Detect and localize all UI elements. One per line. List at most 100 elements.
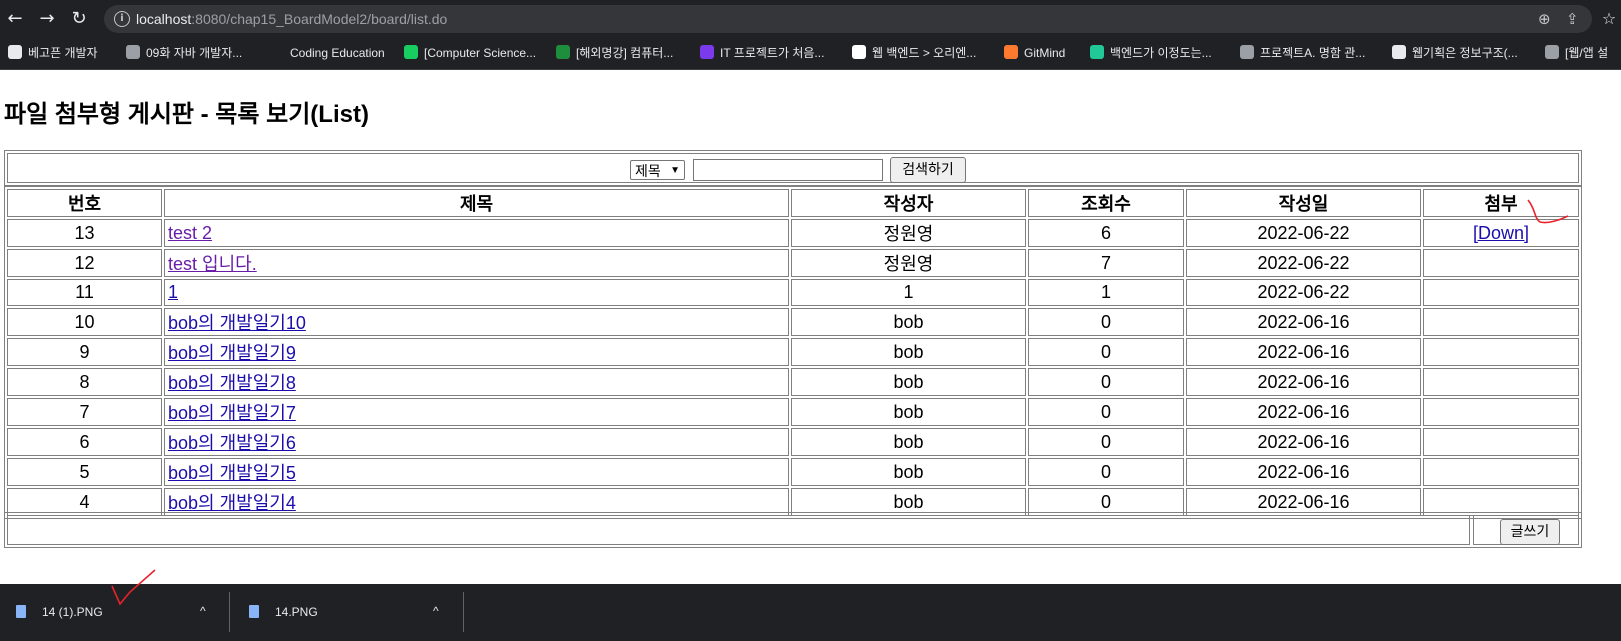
post-attachment [1423,428,1579,456]
post-author: 정원영 [791,249,1026,277]
post-title-link[interactable]: bob의 개발일기8 [168,373,296,393]
post-views: 7 [1028,249,1184,277]
post-number: 6 [7,428,162,456]
post-number: 13 [7,219,162,247]
bookmark-favicon-icon [270,45,284,59]
page-title: 파일 첨부형 게시판 - 목록 보기(List) [4,101,369,128]
post-title-link[interactable]: bob의 개발일기7 [168,403,296,423]
header-author: 작성자 [791,189,1026,217]
search-form: 제목 ▼ 검색하기 [4,150,1582,186]
download-link[interactable]: [Down] [1473,223,1529,243]
post-number: 8 [7,368,162,396]
post-title-link[interactable]: bob의 개발일기5 [168,463,296,483]
bookmark-label: 프로젝트A. 명함 관... [1260,46,1366,60]
footer-empty-cell [7,515,1470,545]
post-views: 0 [1028,398,1184,426]
chevron-down-icon: ▼ [670,165,680,176]
post-author: 정원영 [791,219,1026,247]
bookmark-item[interactable]: 웹기획은 정보구조(... [1392,44,1518,62]
post-title-link[interactable]: bob의 개발일기4 [168,493,296,513]
table-row: 5 bob의 개발일기5 bob 0 2022-06-16 [7,458,1579,486]
post-number: 11 [7,279,162,306]
board-list-table: 번호 제목 작성자 조회수 작성일 첨부 13 test 2 정원영 6 202… [4,186,1582,519]
address-bar[interactable]: i localhost:8080/chap15_BoardModel2/boar… [104,5,1592,33]
header-attachment: 첨부 [1423,189,1579,217]
post-title-link[interactable]: bob의 개발일기6 [168,433,296,453]
post-views: 6 [1028,219,1184,247]
bookmark-item[interactable]: [Computer Science... [404,44,536,62]
post-author: bob [791,428,1026,456]
post-views: 0 [1028,308,1184,336]
post-attachment [1423,308,1579,336]
post-title-link[interactable]: 1 [168,282,178,302]
bookmark-label: 베고픈 개발자 [28,46,98,60]
bookmark-favicon-icon [8,45,22,59]
post-title-link[interactable]: bob의 개발일기9 [168,343,296,363]
bookmark-label: GitMind [1024,46,1066,60]
post-attachment [1423,338,1579,366]
post-date: 2022-06-16 [1186,308,1421,336]
bookmark-favicon-icon [1240,45,1254,59]
bookmark-favicon-icon [1545,45,1559,59]
reload-icon[interactable]: ↻ [68,8,90,30]
post-author: bob [791,458,1026,486]
back-arrow-icon[interactable]: ← [4,8,26,30]
post-date: 2022-06-16 [1186,458,1421,486]
bookmark-item[interactable]: GitMind [1004,44,1065,62]
bookmark-item[interactable]: [웹/앱 설 [1545,44,1608,62]
bookmark-favicon-icon [700,45,714,59]
header-date: 작성일 [1186,189,1421,217]
post-author: bob [791,338,1026,366]
forward-arrow-icon[interactable]: → [36,8,58,30]
post-author: bob [791,308,1026,336]
post-views: 0 [1028,368,1184,396]
post-date: 2022-06-22 [1186,249,1421,277]
post-author: bob [791,368,1026,396]
bookmark-item[interactable]: 09화 자바 개발자... [126,44,242,62]
bookmark-favicon-icon [126,45,140,59]
download-item[interactable]: 14.PNG ^ [233,584,461,641]
table-row: 13 test 2 정원영 6 2022-06-22 [Down] [7,219,1579,247]
bookmark-item[interactable]: 백엔드가 이정도는... [1090,44,1212,62]
browser-toolbar: ← → ↻ i localhost:8080/chap15_BoardModel… [0,0,1621,37]
footer-button-cell: 글쓰기 [1473,515,1579,545]
search-input[interactable] [693,159,883,181]
table-row: 10 bob의 개발일기10 bob 0 2022-06-16 [7,308,1579,336]
bookmark-favicon-icon [1392,45,1406,59]
site-info-icon[interactable]: i [114,11,130,27]
post-title-link[interactable]: bob의 개발일기10 [168,313,306,333]
post-views: 0 [1028,458,1184,486]
bookmark-label: 09화 자바 개발자... [146,46,243,60]
post-attachment [1423,368,1579,396]
table-row: 7 bob의 개발일기7 bob 0 2022-06-16 [7,398,1579,426]
bookmark-label: [해외명강] 컴퓨터... [576,46,674,60]
file-icon [16,605,26,618]
bookmark-label: [웹/앱 설 [1565,46,1609,60]
bookmark-item[interactable]: 프로젝트A. 명함 관... [1240,44,1365,62]
bookmark-star-icon[interactable]: ☆ [1598,8,1620,30]
table-row: 12 test 입니다. 정원영 7 2022-06-22 [7,249,1579,277]
write-button[interactable]: 글쓰기 [1500,519,1560,545]
bookmark-item[interactable]: [해외명강] 컴퓨터... [556,44,673,62]
board-footer: 글쓰기 [4,512,1582,548]
search-cell: 제목 ▼ 검색하기 [7,153,1579,183]
post-number: 12 [7,249,162,277]
bookmark-item[interactable]: Coding Education [270,44,385,62]
search-button[interactable]: 검색하기 [890,157,966,183]
address-url[interactable]: localhost:8080/chap15_BoardModel2/board/… [136,9,447,29]
downloads-shelf: 14 (1).PNG ^ 14.PNG ^ [0,584,1621,641]
chevron-up-icon[interactable]: ^ [200,603,206,619]
zoom-icon[interactable]: ⊕ [1538,9,1551,29]
post-title-link[interactable]: test 입니다. [168,254,257,274]
download-item[interactable]: 14 (1).PNG ^ [0,584,228,641]
post-title-link[interactable]: test 2 [168,223,212,243]
bookmark-item[interactable]: 베고픈 개발자 [8,44,98,62]
chevron-up-icon[interactable]: ^ [433,603,439,619]
share-icon[interactable]: ⇪ [1566,9,1579,29]
bookmark-favicon-icon [1004,45,1018,59]
search-field-select[interactable]: 제목 ▼ [630,160,685,180]
bookmark-label: Coding Education [290,46,385,60]
bookmark-item[interactable]: IT 프로젝트가 처음... [700,44,824,62]
download-filename: 14.PNG [275,605,318,619]
bookmark-item[interactable]: 웹 백엔드 > 오리엔... [852,44,976,62]
